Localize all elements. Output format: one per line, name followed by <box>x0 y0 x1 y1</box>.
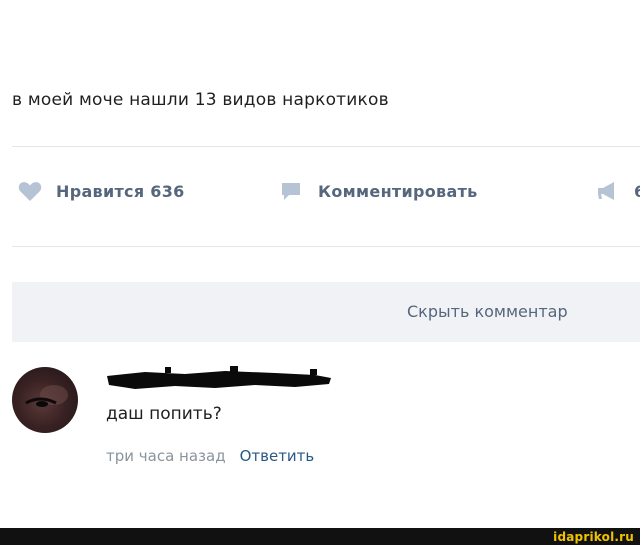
author-name-redacted <box>107 366 331 389</box>
divider <box>12 146 640 147</box>
reply-button[interactable]: Ответить <box>240 447 315 465</box>
share-count: 6 <box>634 181 640 201</box>
divider <box>12 246 640 247</box>
watermark: idaprikol.ru <box>553 530 634 544</box>
comment-button[interactable]: Комментировать <box>280 180 478 202</box>
comment-time[interactable]: три часа назад <box>106 447 226 465</box>
heart-icon <box>18 182 42 201</box>
avatar-photo <box>25 385 68 407</box>
footer-bar: idaprikol.ru <box>0 528 640 545</box>
like-label: Нравится 636 <box>56 181 185 201</box>
hide-comments-label: Скрыть комментар <box>407 302 568 321</box>
share-button[interactable]: 6 <box>596 180 640 202</box>
hide-comments-bar[interactable]: Скрыть комментар <box>12 282 640 342</box>
megaphone-icon <box>598 182 614 200</box>
avatar[interactable] <box>12 367 78 433</box>
like-button[interactable]: Нравится 636 <box>18 180 185 202</box>
comment-text: даш попить? <box>106 404 222 424</box>
post-actions: Нравится 636 Комментировать 6 <box>18 180 640 210</box>
comment-meta: три часа назад Ответить <box>106 447 314 465</box>
post-text: в моей моче нашли 13 видов наркотиков <box>12 90 389 110</box>
comment-icon <box>282 183 300 200</box>
comment-label: Комментировать <box>318 181 478 201</box>
